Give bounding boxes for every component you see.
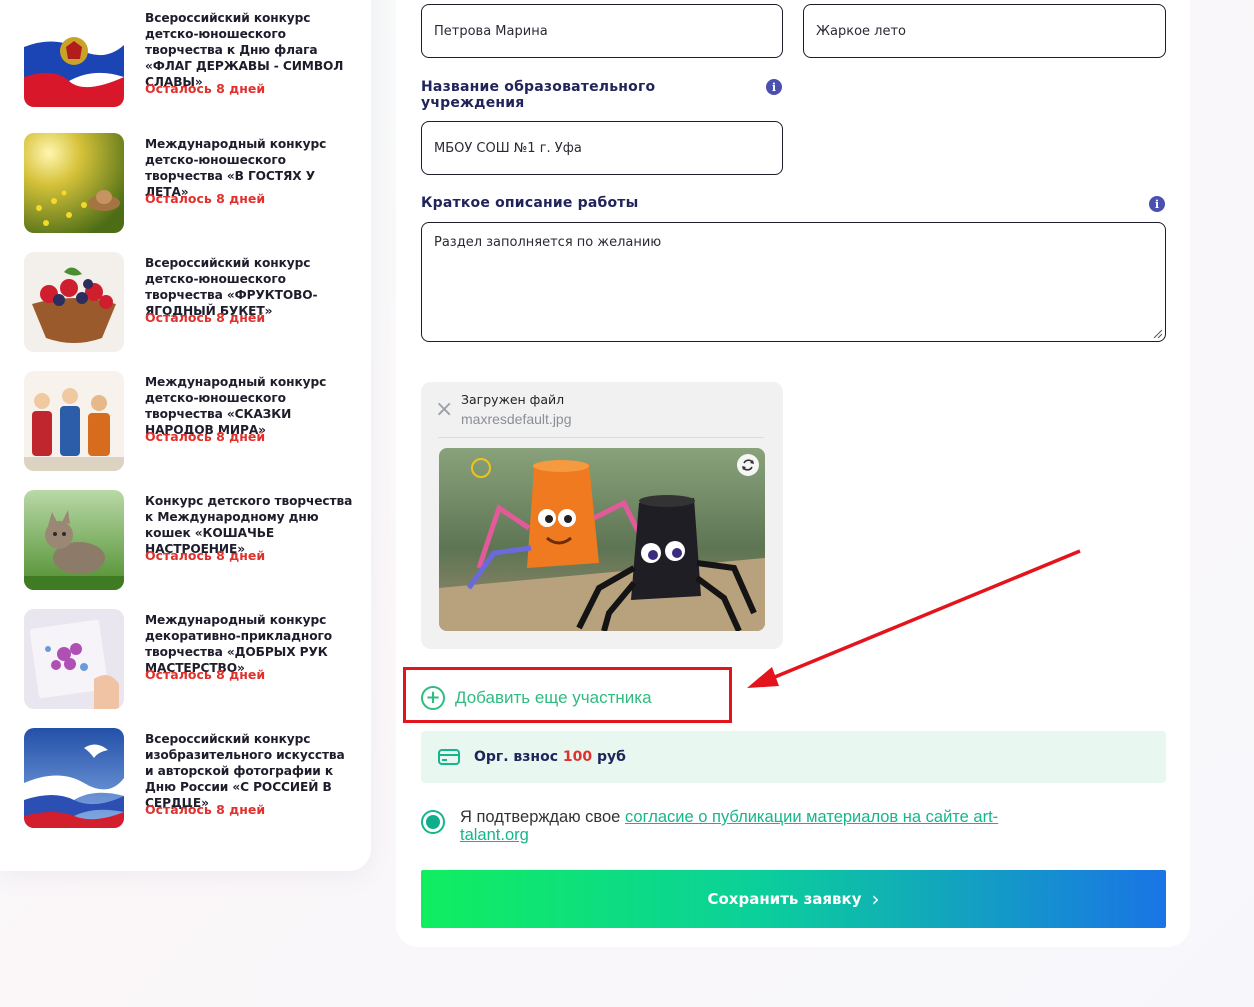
work-title-input[interactable]: Жаркое лето xyxy=(803,4,1166,58)
contest-thumbnail-russia[interactable] xyxy=(24,728,124,828)
upload-divider xyxy=(438,437,764,438)
institution-value: МБОУ СОШ №1 г. Уфа xyxy=(434,140,582,156)
contest-days-left: Осталось 8 дней xyxy=(145,191,266,206)
contest-item[interactable]: Всероссийский конкурс детско-юношеского … xyxy=(24,7,354,109)
contest-days-left: Осталось 8 дней xyxy=(145,81,266,96)
institution-label: Название образовательного учреждения xyxy=(421,79,656,111)
contest-thumbnail-cat[interactable] xyxy=(24,490,124,590)
contest-days-left: Осталось 8 дней xyxy=(145,802,266,817)
fee-text: Орг. взнос 100 руб xyxy=(474,749,626,765)
resize-handle-icon[interactable] xyxy=(1152,328,1162,338)
contest-sidebar: Всероссийский конкурс детско-юношеского … xyxy=(0,0,371,871)
description-placeholder: Раздел заполняется по желанию xyxy=(434,235,662,250)
info-icon[interactable]: i xyxy=(1149,196,1165,212)
participant-name-input[interactable]: Петрова Марина xyxy=(421,4,783,58)
contest-days-left: Осталось 8 дней xyxy=(145,667,266,682)
contest-thumbnail-folk-tales[interactable] xyxy=(24,371,124,471)
contest-item[interactable]: Международный конкурс детско-юношеского … xyxy=(24,371,354,473)
radio-dot xyxy=(426,815,440,829)
uploaded-file-name: maxresdefault.jpg xyxy=(461,411,572,427)
wallet-icon xyxy=(438,749,460,765)
fee-currency: руб xyxy=(597,749,626,765)
fee-label: Орг. взнос xyxy=(474,749,559,765)
contest-item[interactable]: Международный конкурс декоративно-прикла… xyxy=(24,609,354,711)
contest-thumbnail-craft[interactable] xyxy=(24,609,124,709)
description-label: Краткое описание работы xyxy=(421,195,639,211)
uploaded-file-panel: × Загружен файл maxresdefault.jpg xyxy=(421,382,783,649)
contest-thumbnail-flag[interactable] xyxy=(24,7,124,107)
description-textarea[interactable]: Раздел заполняется по желанию xyxy=(421,222,1166,342)
info-icon[interactable]: i xyxy=(766,79,782,95)
contest-title[interactable]: Всероссийский конкурс детско-юношеского … xyxy=(145,10,353,90)
contest-days-left: Осталось 8 дней xyxy=(145,429,266,444)
institution-input[interactable]: МБОУ СОШ №1 г. Уфа xyxy=(421,121,783,175)
participant-name-value: Петрова Марина xyxy=(434,23,548,39)
contest-item[interactable]: Международный конкурс детско-юношеского … xyxy=(24,133,354,235)
contest-title[interactable]: Всероссийский конкурс изобразительного и… xyxy=(145,731,353,811)
consent-text: Я подтверждаю свое согласие о публикации… xyxy=(460,808,1020,844)
contest-item[interactable]: Всероссийский конкурс детско-юношеского … xyxy=(24,252,354,354)
annotation-highlight-box xyxy=(403,667,732,723)
contest-thumbnail-berries[interactable] xyxy=(24,252,124,352)
rotate-icon[interactable] xyxy=(737,454,759,476)
consent-prefix: Я подтверждаю свое xyxy=(460,808,621,826)
fee-info: Орг. взнос 100 руб xyxy=(421,731,1166,783)
radio-checked-icon[interactable] xyxy=(421,810,445,834)
contest-item[interactable]: Всероссийский конкурс изобразительного и… xyxy=(24,728,354,830)
uploaded-image-preview xyxy=(439,448,765,631)
contest-days-left: Осталось 8 дней xyxy=(145,548,266,563)
work-title-value: Жаркое лето xyxy=(816,23,906,39)
save-application-button[interactable]: Сохранить заявку › xyxy=(421,870,1166,928)
save-button-label: Сохранить заявку xyxy=(707,890,862,908)
contest-thumbnail-summer[interactable] xyxy=(24,133,124,233)
close-icon[interactable]: × xyxy=(435,399,453,421)
contest-item[interactable]: Конкурс детского творчества к Международ… xyxy=(24,490,354,592)
uploaded-file-label: Загружен файл xyxy=(461,392,565,407)
contest-days-left: Осталось 8 дней xyxy=(145,310,266,325)
fee-amount: 100 xyxy=(562,749,593,765)
chevron-right-icon: › xyxy=(871,887,880,911)
